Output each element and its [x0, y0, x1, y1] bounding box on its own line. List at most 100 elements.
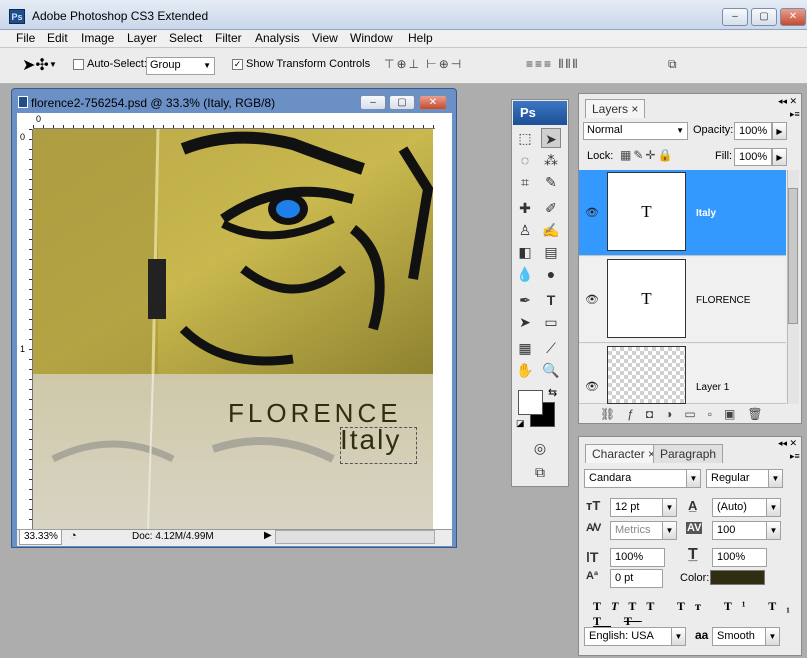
scrollbar-thumb[interactable] [788, 188, 798, 324]
blend-mode-dropdown[interactable]: Normal ▼ [583, 122, 688, 140]
tab-character[interactable]: Character × [585, 444, 663, 463]
distribute-icons[interactable]: ≡≡≡ ⫴⫴⫴ [526, 57, 579, 72]
minimize-button[interactable]: – [722, 8, 748, 26]
screen-mode-icon[interactable]: ⧉ [530, 462, 550, 482]
tracking-field[interactable]: 100 [712, 521, 767, 540]
language-field[interactable]: English: USA [584, 627, 672, 646]
chevron-down-icon[interactable]: ▼ [686, 469, 701, 488]
menu-help[interactable]: Help [408, 31, 433, 45]
chevron-down-icon[interactable]: ▼ [768, 469, 783, 488]
menu-window[interactable]: Window [350, 31, 393, 45]
slice-tool-icon[interactable]: ✎ [541, 172, 561, 192]
vertical-scale-field[interactable]: 100% [610, 548, 665, 567]
tab-paragraph[interactable]: Paragraph [653, 444, 724, 463]
clone-stamp-tool-icon[interactable]: ♙ [515, 220, 535, 240]
type-tool-icon[interactable]: T [541, 290, 561, 310]
healing-brush-tool-icon[interactable]: ✚ [515, 198, 535, 218]
visibility-eye-icon[interactable]: 👁 [585, 293, 599, 306]
align-icons[interactable]: ⊤⊕⊥ ⊢⊕⊣ [384, 57, 463, 71]
shape-tool-icon[interactable]: ▭ [541, 312, 561, 332]
layer-footer-icons[interactable]: ⛓ƒ◘◑▭▫▣🗑 [600, 407, 775, 421]
menu-view[interactable]: View [312, 31, 338, 45]
move-tool-icon[interactable]: ➤✣ [22, 55, 49, 75]
gradient-tool-icon[interactable]: ▤ [541, 242, 561, 262]
eyedropper-tool-icon[interactable]: ⟋ [541, 338, 561, 358]
vertical-ruler[interactable] [17, 129, 33, 529]
panel-menu-icon[interactable]: ▸≡ [790, 109, 800, 120]
font-size-field[interactable]: 12 pt [610, 498, 663, 517]
menu-edit[interactable]: Edit [47, 31, 68, 45]
menu-analysis[interactable]: Analysis [255, 31, 300, 45]
menu-image[interactable]: Image [81, 31, 114, 45]
leading-field[interactable]: (Auto) [712, 498, 767, 517]
path-selection-tool-icon[interactable]: ➤ [515, 312, 535, 332]
visibility-eye-icon[interactable]: 👁 [585, 380, 599, 393]
maximize-button[interactable]: ▢ [751, 8, 777, 26]
font-family-field[interactable]: Candara [584, 469, 687, 488]
magic-wand-tool-icon[interactable]: ⁂ [541, 150, 561, 170]
chevron-down-icon[interactable]: ▼ [662, 521, 677, 540]
opacity-field[interactable]: 100% [734, 122, 772, 140]
eraser-tool-icon[interactable]: ◧ [515, 242, 535, 262]
default-colors-icon[interactable]: ◪ [516, 418, 525, 429]
lasso-tool-icon[interactable]: ◌ [515, 150, 535, 170]
canvas-image[interactable] [33, 129, 433, 529]
doc-minimize-button[interactable]: – [360, 95, 386, 110]
brush-tool-icon[interactable]: ✐ [541, 198, 561, 218]
crop-tool-icon[interactable]: ⌗ [515, 172, 535, 192]
menu-file[interactable]: File [16, 31, 35, 45]
tool-preset-chevron-down-icon[interactable]: ▼ [49, 60, 57, 69]
zoom-field[interactable]: 33.33% [19, 529, 62, 545]
visibility-eye-icon[interactable]: 👁 [585, 206, 599, 219]
show-transform-checkbox[interactable]: ✓ [232, 59, 243, 70]
horizontal-ruler[interactable] [33, 113, 435, 129]
pen-tool-icon[interactable]: ✒ [515, 290, 535, 310]
tab-layers[interactable]: Layers × [585, 99, 646, 118]
font-style-field[interactable]: Regular [706, 469, 769, 488]
chevron-down-icon[interactable]: ▼ [671, 627, 686, 646]
menu-select[interactable]: Select [169, 31, 202, 45]
auto-select-dropdown[interactable]: Group ▼ [146, 57, 215, 75]
panel-menu-icon[interactable]: ▸≡ [790, 451, 800, 462]
doc-maximize-button[interactable]: ▢ [389, 95, 415, 110]
close-tab-icon[interactable]: × [631, 102, 638, 116]
blur-tool-icon[interactable]: 💧 [515, 264, 535, 284]
zoom-tool-icon[interactable]: 🔍 [541, 360, 561, 380]
swap-colors-icon[interactable]: ⇆ [548, 386, 557, 399]
auto-align-icon[interactable]: ⧉ [668, 57, 679, 72]
menu-filter[interactable]: Filter [215, 31, 242, 45]
collapse-panel-icon[interactable]: ◂◂ ✕ [778, 438, 797, 449]
marquee-tool-icon[interactable]: ⬚ [515, 128, 535, 148]
horizontal-scale-field[interactable]: 100% [712, 548, 767, 567]
type-style-buttons-icon[interactable]: TTTT Tт T¹ T₁ T T [593, 599, 807, 629]
chevron-down-icon[interactable]: ▼ [765, 627, 780, 646]
status-arrow-icon[interactable]: ▶ [264, 530, 272, 541]
move-tool-button-icon[interactable]: ➤ [541, 128, 561, 148]
collapse-panel-icon[interactable]: ◂◂ ✕ [778, 96, 797, 107]
lock-icons[interactable]: ▦✎✛🔒 [620, 148, 674, 162]
close-button[interactable]: ✕ [780, 8, 806, 26]
history-brush-tool-icon[interactable]: ✍ [541, 220, 561, 240]
baseline-shift-field[interactable]: 0 pt [610, 569, 663, 588]
opacity-dropdown-icon[interactable]: ▶ [772, 122, 787, 140]
chevron-down-icon[interactable]: ▼ [766, 521, 781, 540]
menu-layer[interactable]: Layer [127, 31, 157, 45]
foreground-color-swatch[interactable] [518, 390, 543, 415]
hand-tool-icon[interactable]: ✋ [515, 360, 535, 380]
antialias-field[interactable]: Smooth [712, 627, 766, 646]
quick-mask-icon[interactable]: ◎ [530, 438, 550, 458]
kerning-field[interactable]: Metrics [610, 521, 663, 540]
layer-name: Layer 1 [696, 382, 730, 393]
fill-dropdown-icon[interactable]: ▶ [772, 148, 787, 166]
auto-select-checkbox[interactable] [73, 59, 84, 70]
doc-close-button[interactable]: ✕ [419, 95, 447, 110]
fill-field[interactable]: 100% [734, 148, 772, 166]
italy-text[interactable]: Italy [340, 424, 401, 456]
chevron-down-icon[interactable]: ▼ [662, 498, 677, 517]
chevron-down-icon[interactable]: ▼ [766, 498, 781, 517]
notes-tool-icon[interactable]: ▦ [515, 338, 535, 358]
dodge-tool-icon[interactable]: ● [541, 264, 561, 284]
horizontal-scrollbar[interactable] [275, 530, 435, 544]
doc-info-icon[interactable]: ◔ [70, 530, 77, 542]
text-color-swatch[interactable] [710, 570, 765, 585]
